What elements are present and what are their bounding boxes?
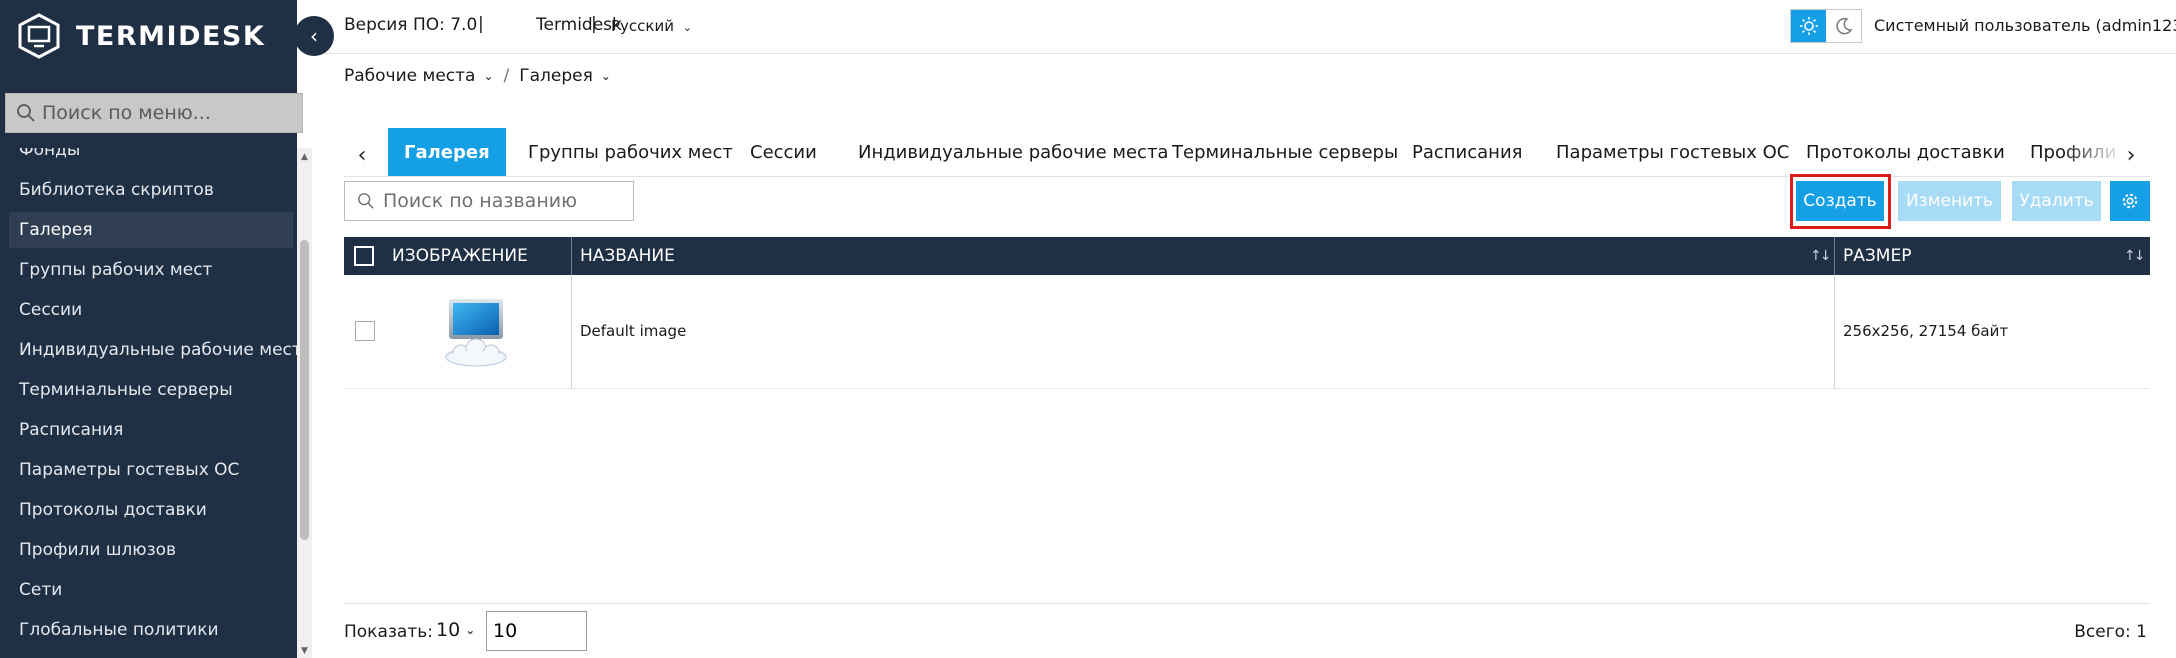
tab-terminal-servers[interactable]: Терминальные серверы [1172,128,1398,176]
app-window: TERMIDESK Фонды Библиотека скриптов Гале… [0,0,2176,658]
language-select[interactable]: Русский ⌄ [611,17,692,35]
dark-theme-button[interactable] [1826,10,1861,42]
column-divider [571,275,572,389]
column-divider [571,237,572,275]
chevron-left-icon: ‹ [310,24,318,48]
table-header: ИЗОБРАЖЕНИЕ НАЗВАНИЕ ↑↓ РАЗМЕР ↑↓ [344,237,2150,275]
sidebar-item-terminal-servers[interactable]: Терминальные серверы [9,372,293,408]
sidebar-item-guest-os-params[interactable]: Параметры гостевых ОС [9,452,293,488]
moon-icon [1835,17,1852,35]
row-checkbox[interactable] [355,321,375,341]
sidebar-item-schedules[interactable]: Расписания [9,412,293,448]
user-menu[interactable]: Системный пользователь (admin123) ⌄ [1874,16,2176,35]
select-all-checkbox[interactable] [354,246,374,266]
theme-toggle [1790,9,1862,43]
version-label: Версия ПО: 7.0 [344,15,478,35]
top-bar: Версия ПО: 7.0 | Termidesk | Русский ⌄ С… [312,0,2176,54]
chevron-right-icon: › [2126,142,2136,168]
tab-individual-workplaces[interactable]: Индивидуальные рабочие места [858,128,1168,176]
sidebar-item-gallery[interactable]: Галерея [9,212,293,248]
header-separator: | [591,14,597,34]
create-button[interactable]: Создать [1796,181,1884,221]
sidebar-item-funds[interactable]: Фонды [9,148,293,168]
tab-delivery-protocols[interactable]: Протоколы доставки [1806,128,2005,176]
chevron-left-icon: ‹ [357,142,367,168]
monitor-cloud-icon [445,299,507,367]
sidebar-item-global-policies[interactable]: Глобальные политики [9,612,293,648]
total-count: Всего: 1 [2074,622,2147,642]
scroll-up-icon[interactable]: ▲ [299,152,310,162]
table-search[interactable] [344,181,634,221]
sidebar-item-gateway-profiles[interactable]: Профили шлюзов [9,532,293,568]
search-icon [358,193,374,209]
breadcrumb: Рабочие места ⌄ / Галерея ⌄ [344,66,611,86]
light-theme-button[interactable] [1791,10,1826,42]
scroll-down-icon[interactable]: ▼ [299,646,310,656]
table-row[interactable]: Default image 256x256, 27154 байт [344,275,2150,389]
sidebar: TERMIDESK Фонды Библиотека скриптов Гале… [0,0,303,658]
tabs-fade [2064,128,2124,176]
image-size-cell: 256x256, 27154 байт [1843,322,2009,340]
settings-button[interactable] [2110,181,2150,221]
page-size-label: Показать: [344,622,433,642]
sidebar-menu: Фонды Библиотека скриптов Галерея Группы… [0,148,297,658]
delete-button[interactable]: Удалить [2012,181,2101,221]
tab-schedules[interactable]: Расписания [1412,128,1522,176]
chevron-down-icon: ⌄ [465,623,476,637]
sidebar-item-workplace-groups[interactable]: Группы рабочих мест [9,252,293,288]
search-icon [17,104,35,122]
tabs-divider [344,176,2150,177]
chevron-down-icon: ⌄ [682,21,692,34]
page-size-select[interactable]: 10 ⌄ [436,619,475,641]
menu-search-input[interactable] [42,102,292,124]
sidebar-item-script-library[interactable]: Библиотека скриптов [9,172,293,208]
tabs-scroll-left-button[interactable]: ‹ [348,137,376,173]
sidebar-scrollbar[interactable]: ▲ ▼ [297,148,312,658]
edit-button[interactable]: Изменить [1898,181,2001,221]
chevron-down-icon: ⌄ [600,69,611,83]
image-name-cell: Default image [580,322,687,340]
column-header-image[interactable]: ИЗОБРАЖЕНИЕ [392,237,528,275]
tabs-scroll-right-button[interactable]: › [2117,137,2145,173]
table-search-input[interactable] [383,190,633,212]
sidebar-item-individual-workplaces[interactable]: Индивидуальные рабочие места [9,332,297,368]
breadcrumb-item-gallery[interactable]: Галерея ⌄ [519,66,611,86]
header-separator: | [478,14,484,34]
product-name: Termidesk [536,15,622,35]
column-header-name[interactable]: НАЗВАНИЕ [580,237,675,275]
logo-text: TERMIDESK [76,20,266,52]
tab-workplace-groups[interactable]: Группы рабочих мест [528,128,733,176]
tab-gallery[interactable]: Галерея [388,128,506,176]
sort-icon[interactable]: ↑↓ [1810,248,1832,264]
sun-icon [1799,17,1818,35]
gear-icon [2122,193,2138,209]
page-size-input[interactable] [486,611,587,651]
collapse-sidebar-button[interactable]: ‹ [294,16,334,56]
gallery-table: ИЗОБРАЖЕНИЕ НАЗВАНИЕ ↑↓ РАЗМЕР ↑↓ Defaul… [344,237,2150,389]
sort-icon[interactable]: ↑↓ [2124,248,2146,264]
sidebar-item-networks[interactable]: Сети [9,572,293,608]
termidesk-logo-icon [18,13,60,59]
tab-bar: Галерея Группы рабочих мест Сессии Индив… [386,128,2124,176]
column-divider [1834,275,1835,389]
chevron-down-icon: ⌄ [483,69,494,83]
sidebar-item-sessions[interactable]: Сессии [9,292,293,328]
breadcrumb-separator: / [503,66,510,86]
footer-divider [344,603,2150,604]
column-header-size[interactable]: РАЗМЕР [1843,237,1911,275]
logo[interactable]: TERMIDESK [16,11,265,61]
scroll-thumb[interactable] [300,240,309,540]
tab-sessions[interactable]: Сессии [750,128,817,176]
breadcrumb-item-workplaces[interactable]: Рабочие места ⌄ [344,66,494,86]
menu-search[interactable] [5,93,303,133]
column-divider [1834,237,1835,275]
tab-guest-os-params[interactable]: Параметры гостевых ОС [1556,128,1789,176]
sidebar-item-delivery-protocols[interactable]: Протоколы доставки [9,492,293,528]
